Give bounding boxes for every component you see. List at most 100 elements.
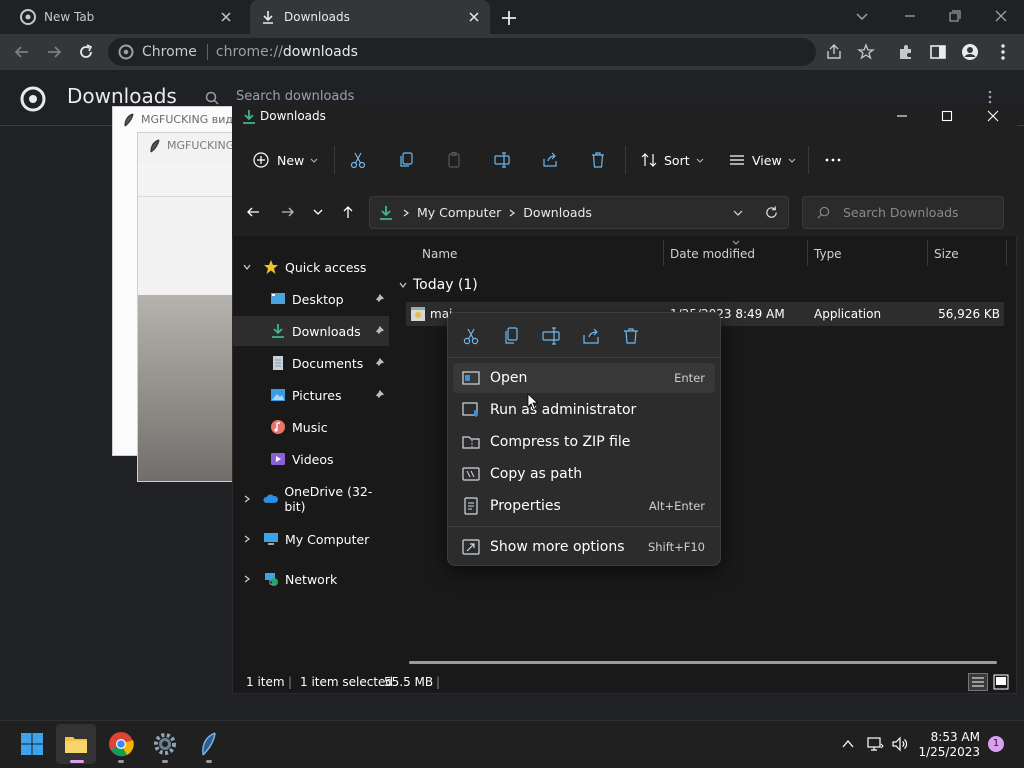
- taskbar-clock[interactable]: 8:53 AM 1/25/2023: [900, 730, 980, 760]
- rename-icon[interactable]: [493, 151, 511, 169]
- command-divider: [808, 146, 809, 174]
- profile-avatar-icon[interactable]: [960, 42, 980, 62]
- nav-quick-access[interactable]: Quick access: [233, 252, 389, 282]
- notification-badge[interactable]: 1: [988, 736, 1004, 752]
- recent-locations-chevron-icon[interactable]: [310, 204, 326, 220]
- chrome-icon[interactable]: [107, 730, 135, 758]
- nav-item-music[interactable]: Music: [233, 412, 389, 442]
- chevron-right-icon[interactable]: [242, 494, 252, 504]
- search-downloads-input[interactable]: Search Downloads: [802, 196, 1004, 229]
- chevron-down-icon[interactable]: [732, 207, 744, 219]
- details-view-icon[interactable]: [968, 673, 988, 691]
- close-tab-icon[interactable]: [466, 9, 482, 25]
- sort-button[interactable]: Sort: [640, 150, 705, 170]
- refresh-icon[interactable]: [764, 205, 779, 220]
- show-hidden-icons-chevron-icon[interactable]: [840, 736, 856, 752]
- copy-icon[interactable]: [397, 151, 415, 169]
- minimize-icon[interactable]: [900, 6, 920, 26]
- tab-new-tab[interactable]: New Tab: [10, 0, 242, 34]
- feather-app-icon[interactable]: [195, 730, 223, 758]
- horizontal-scrollbar[interactable]: [409, 661, 997, 664]
- more-options-ellipsis-icon[interactable]: [824, 151, 842, 169]
- forward-arrow-icon[interactable]: [280, 204, 296, 220]
- copy-icon[interactable]: [501, 326, 521, 346]
- nav-network[interactable]: Network: [233, 564, 389, 594]
- restore-icon[interactable]: [945, 6, 965, 26]
- bookmark-star-icon[interactable]: [856, 42, 876, 62]
- nav-label: Pictures: [292, 387, 342, 403]
- column-divider[interactable]: [807, 240, 808, 266]
- reload-icon[interactable]: [76, 42, 96, 62]
- breadcrumb-downloads[interactable]: Downloads: [523, 205, 592, 220]
- settings-gear-icon[interactable]: [151, 730, 179, 758]
- nav-item-desktop[interactable]: Desktop: [233, 284, 389, 314]
- back-arrow-icon[interactable]: [12, 42, 32, 62]
- minimize-icon[interactable]: [894, 108, 910, 124]
- close-window-icon[interactable]: [991, 6, 1011, 26]
- menu-item-show-more-options[interactable]: Show more options Shift+F10: [453, 532, 715, 562]
- tab-downloads[interactable]: Downloads: [250, 0, 490, 34]
- background-window[interactable]: MGFUCKING: [137, 132, 237, 482]
- chevron-right-icon[interactable]: [242, 574, 252, 584]
- new-tab-icon[interactable]: [498, 7, 520, 29]
- pin-icon[interactable]: [374, 325, 385, 336]
- menu-item-copy-as-path[interactable]: Copy as path: [453, 459, 715, 489]
- menu-item-run-as-administrator[interactable]: Run as administrator: [453, 395, 715, 425]
- zip-folder-icon: [462, 436, 480, 449]
- pin-icon[interactable]: [374, 389, 385, 400]
- view-button[interactable]: View: [728, 150, 797, 170]
- chevron-down-icon[interactable]: [398, 280, 408, 290]
- column-size[interactable]: Size: [934, 247, 959, 261]
- pin-icon[interactable]: [374, 357, 385, 368]
- column-divider[interactable]: [1006, 240, 1007, 266]
- view-lines-icon: [730, 155, 744, 165]
- forward-arrow-icon[interactable]: [44, 42, 64, 62]
- chevron-down-icon[interactable]: [242, 262, 252, 272]
- close-tab-icon[interactable]: [218, 9, 234, 25]
- back-arrow-icon[interactable]: [245, 204, 261, 220]
- downloads-search-input[interactable]: Search downloads: [236, 89, 354, 104]
- column-divider[interactable]: [927, 240, 928, 266]
- extensions-puzzle-icon[interactable]: [896, 42, 916, 62]
- column-type[interactable]: Type: [814, 247, 842, 261]
- group-header-today[interactable]: Today (1): [413, 277, 478, 293]
- breadcrumb-my-computer[interactable]: My Computer: [417, 205, 501, 220]
- nav-onedrive[interactable]: OneDrive (32-bit): [233, 484, 389, 514]
- column-date-modified[interactable]: Date modified: [670, 247, 755, 261]
- maximize-icon[interactable]: [939, 108, 955, 124]
- close-window-icon[interactable]: [985, 108, 1001, 124]
- new-button[interactable]: New: [252, 150, 319, 170]
- column-divider[interactable]: [663, 240, 664, 266]
- chrome-menu-kebab-icon[interactable]: [993, 42, 1013, 62]
- menu-item-compress-to-zip[interactable]: Compress to ZIP file: [453, 427, 715, 457]
- delete-icon[interactable]: [621, 326, 641, 346]
- menu-item-properties[interactable]: Properties Alt+Enter: [453, 491, 715, 521]
- side-panel-icon[interactable]: [928, 42, 948, 62]
- address-bar[interactable]: My Computer Downloads: [369, 196, 789, 229]
- share-icon[interactable]: [581, 326, 601, 346]
- chevron-right-icon[interactable]: [242, 534, 252, 544]
- nav-item-pictures[interactable]: Pictures: [233, 380, 389, 410]
- tiles-view-icon[interactable]: [992, 673, 1010, 691]
- delete-icon[interactable]: [589, 151, 607, 169]
- network-status-icon[interactable]: [866, 735, 884, 753]
- rename-icon[interactable]: [541, 326, 561, 346]
- up-arrow-icon[interactable]: [340, 204, 356, 220]
- windows-start-icon[interactable]: [18, 730, 46, 758]
- file-explorer-icon[interactable]: [62, 730, 90, 758]
- pin-icon[interactable]: [374, 293, 385, 304]
- omnibox[interactable]: Chrome chrome://downloads: [108, 38, 816, 66]
- cut-icon[interactable]: [461, 326, 481, 346]
- nav-item-downloads[interactable]: Downloads: [233, 316, 389, 346]
- column-name[interactable]: Name: [422, 247, 457, 261]
- tab-search-chevron-icon[interactable]: [852, 6, 872, 26]
- downloads-menu-kebab-icon[interactable]: [983, 90, 997, 104]
- cut-icon[interactable]: [349, 151, 367, 169]
- share-icon[interactable]: [824, 42, 844, 62]
- share-icon[interactable]: [541, 151, 559, 169]
- nav-item-videos[interactable]: Videos: [233, 444, 389, 474]
- nav-item-documents[interactable]: Documents: [233, 348, 389, 378]
- nav-my-computer[interactable]: My Computer: [233, 524, 389, 554]
- menu-item-open[interactable]: Open Enter: [453, 363, 715, 393]
- paste-icon[interactable]: [445, 151, 463, 169]
